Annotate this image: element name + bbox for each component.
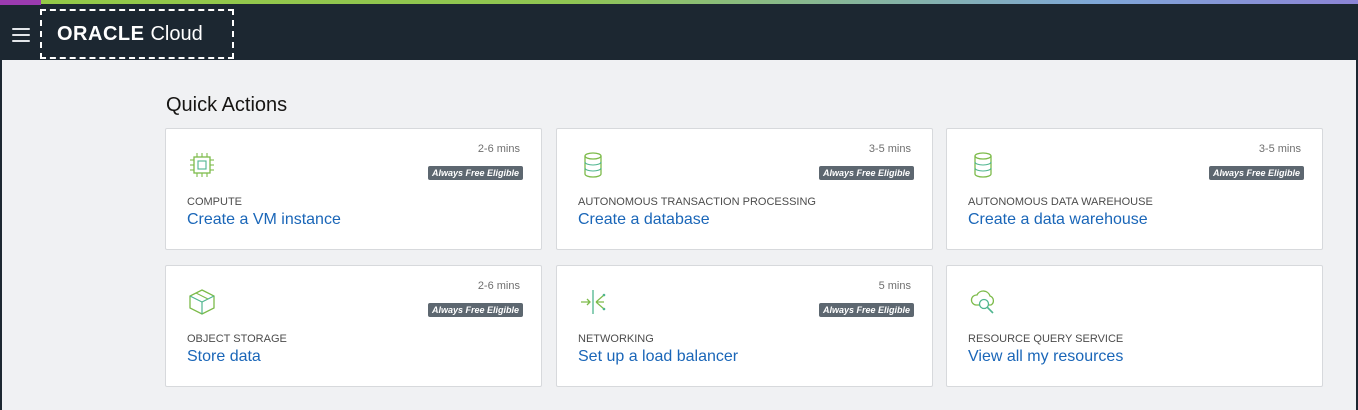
time-estimate: 5 mins <box>878 280 911 292</box>
quick-action-card-object-storage[interactable]: 2-6 mins Always Free Eligible OBJECT STO… <box>165 265 542 387</box>
brand-oracle-text: ORACLE <box>57 22 145 45</box>
database-icon <box>968 150 998 180</box>
load-balancer-link[interactable]: Set up a load balancer <box>578 348 738 366</box>
view-resources-link[interactable]: View all my resources <box>968 348 1123 366</box>
load-balancer-icon <box>578 287 608 317</box>
card-category: AUTONOMOUS DATA WAREHOUSE <box>968 196 1153 208</box>
storage-box-icon <box>187 287 217 317</box>
quick-actions-title: Quick Actions <box>166 94 288 116</box>
quick-action-card-adw[interactable]: 3-5 mins Always Free Eligible AUTONOMOUS… <box>946 128 1323 250</box>
card-category: AUTONOMOUS TRANSACTION PROCESSING <box>578 196 816 208</box>
store-data-link[interactable]: Store data <box>187 348 261 366</box>
top-accent-bar <box>0 0 1358 9</box>
accent-stripe-purple <box>0 0 41 5</box>
card-category: RESOURCE QUERY SERVICE <box>968 333 1124 345</box>
always-free-badge: Always Free Eligible <box>427 303 523 317</box>
create-database-link[interactable]: Create a database <box>578 211 710 229</box>
quick-action-card-compute[interactable]: 2-6 mins Always Free Eligible COMPUTE Cr… <box>165 128 542 250</box>
time-estimate: 2-6 mins <box>477 143 520 155</box>
quick-action-card-resource-query[interactable]: RESOURCE QUERY SERVICE View all my resou… <box>946 265 1323 387</box>
always-free-badge: Always Free Eligible <box>1208 166 1304 180</box>
window-left-edge <box>0 60 2 410</box>
create-vm-link[interactable]: Create a VM instance <box>187 211 341 229</box>
oracle-cloud-logo-link[interactable]: ORACLE Cloud <box>40 9 234 59</box>
accent-stripe-gradient <box>41 0 1358 4</box>
card-category: COMPUTE <box>187 196 242 208</box>
create-data-warehouse-link[interactable]: Create a data warehouse <box>968 211 1148 229</box>
always-free-badge: Always Free Eligible <box>818 303 914 317</box>
always-free-badge: Always Free Eligible <box>818 166 914 180</box>
time-estimate: 3-5 mins <box>868 143 911 155</box>
resource-search-icon <box>968 287 998 317</box>
card-category: NETWORKING <box>578 333 654 345</box>
hamburger-menu-icon[interactable] <box>7 23 35 47</box>
compute-chip-icon <box>187 150 217 180</box>
time-estimate: 3-5 mins <box>1258 143 1301 155</box>
database-icon <box>578 150 608 180</box>
top-navigation-bar: ORACLE Cloud <box>0 9 1358 60</box>
card-category: OBJECT STORAGE <box>187 333 287 345</box>
always-free-badge: Always Free Eligible <box>427 166 523 180</box>
brand-cloud-text: Cloud <box>150 22 203 45</box>
quick-action-card-networking[interactable]: 5 mins Always Free Eligible NETWORKING S… <box>556 265 933 387</box>
time-estimate: 2-6 mins <box>477 280 520 292</box>
quick-action-card-atp[interactable]: 3-5 mins Always Free Eligible AUTONOMOUS… <box>556 128 933 250</box>
